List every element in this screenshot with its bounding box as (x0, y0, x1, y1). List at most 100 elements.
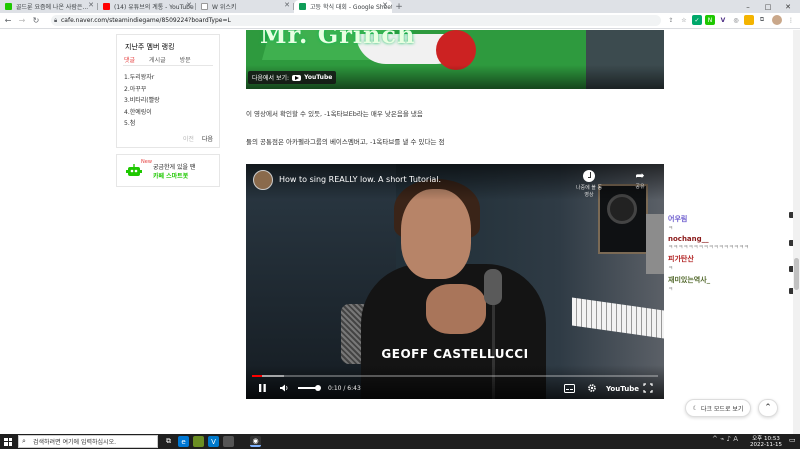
youtube-logo-button[interactable]: YouTube (606, 385, 639, 393)
edge-icon[interactable]: e (178, 436, 189, 447)
naver-extension-icon[interactable]: N (705, 15, 715, 25)
bookmark-star-icon[interactable]: ☆ (679, 15, 689, 25)
close-tab-icon[interactable]: ✕ (284, 1, 290, 9)
article-paragraph: 이 영상에서 확인할 수 있듯, -1옥타브Eb라는 매우 낮은음을 냈음 (246, 110, 423, 118)
puzzle-icon[interactable]: ⧉ (757, 15, 767, 25)
chat-overlay: 어우림 ㅋ nochang__ ㅋㅋㅋㅋㅋㅋㅋㅋㅋㅋㅋㅋㅋㅋㅋㅋ 피가탄산 ㅋ … (668, 214, 790, 344)
reload-icon[interactable]: ↻ (30, 15, 42, 27)
extension-icon[interactable]: ◎ (731, 15, 741, 25)
pause-button[interactable] (258, 382, 267, 394)
browser-toolbar: ← → ↻ 🔒︎ cafe.naver.com/steamindiegame/8… (0, 13, 800, 29)
member-ranking-box: 지난주 멤버 랭킹 댓글 게시글 방문 1.두리왕자r 2.아꾸꾸 3.비타리(… (116, 34, 220, 148)
chat-message: ㅋ (668, 266, 674, 272)
ranking-tabs: 댓글 게시글 방문 (124, 55, 191, 64)
tray-icons[interactable]: ^ ⌁ ♪ A (712, 436, 738, 443)
clock-icon (583, 170, 595, 182)
task-view-icon[interactable]: ⧉ (163, 436, 174, 447)
microphone (484, 269, 502, 305)
ranking-pager: 이전 다음 (183, 134, 213, 143)
menu-icon[interactable]: ⋮ (786, 15, 796, 25)
video-caption: GEOFF CASTELLUCCI (381, 347, 529, 361)
minecraft-icon[interactable] (193, 436, 204, 447)
ranking-item[interactable]: 1.두리왕자r (124, 72, 160, 84)
youtube-video-player[interactable]: How to sing REALLY low. A short Tutorial… (246, 164, 664, 399)
tab-comments[interactable]: 댓글 (124, 55, 135, 64)
browser-tab-2[interactable]: (14) 유튜브의 계통 - YouTube ✕ (98, 0, 196, 13)
volume-icon (280, 384, 288, 392)
new-tab-button[interactable]: + (392, 0, 406, 13)
share-icon[interactable]: ⇪ (666, 15, 676, 25)
back-icon[interactable]: ← (2, 15, 14, 27)
taskbar-search-box[interactable]: ⌕ 검색하려면 여기에 입력하십시오. (18, 435, 158, 448)
fullscreen-button[interactable] (643, 382, 653, 394)
prev-button[interactable]: 이전 (183, 134, 194, 143)
lock-icon[interactable]: 🔒︎ (54, 17, 57, 25)
chat-username: nochang__ (668, 235, 709, 243)
robot-icon (126, 164, 142, 176)
tab-posts[interactable]: 게시글 (149, 55, 166, 64)
ranking-item[interactable]: 4.한예링이 (124, 107, 160, 119)
volume-slider[interactable] (298, 385, 321, 391)
close-tab-icon[interactable]: ✕ (88, 1, 94, 9)
browser-tab-4[interactable]: 고등 학식 대회 - Google Sheets ✕ (294, 0, 392, 13)
cafe-smartbot-banner[interactable]: New 궁금한게 있을 땐 카페 스마트봇 (116, 154, 220, 187)
vimeo-extension-icon[interactable]: V (718, 15, 728, 25)
embedded-video-top[interactable]: Mr. Grinch 다음에서 보기: YouTube (246, 30, 664, 89)
search-placeholder: 검색하려면 여기에 입력하십시오. (33, 439, 117, 446)
clock-date: 2022-11-15 (750, 442, 782, 448)
notification-icon[interactable]: ▭ (789, 437, 796, 444)
video-progress-bar[interactable] (252, 375, 658, 377)
browser-tab-3[interactable]: W 위스키 ✕ (196, 0, 294, 13)
minimize-button[interactable]: – (738, 0, 758, 13)
wiki-favicon (201, 3, 208, 10)
watch-later-button[interactable]: 나중에 볼 동영상 (574, 170, 604, 198)
ranking-item[interactable]: 3.비타리(빨랑 (124, 95, 160, 107)
profile-avatar[interactable] (772, 15, 782, 25)
captions-icon (564, 383, 575, 393)
subtitles-button[interactable] (564, 382, 575, 394)
windows-start-button[interactable] (0, 434, 16, 449)
scroll-to-top-button[interactable]: ⌃ (758, 399, 778, 417)
video-title[interactable]: How to sing REALLY low. A short Tutorial… (279, 175, 441, 184)
ranking-item[interactable]: 2.아꾸꾸 (124, 84, 160, 96)
dark-mode-button[interactable]: ☾ 다크 모드로 보기 (685, 399, 751, 417)
chat-message: ㅋㅋㅋㅋㅋㅋㅋㅋㅋㅋㅋㅋㅋㅋㅋㅋ (668, 245, 749, 251)
watch-on-youtube-button[interactable]: 다음에서 보기: YouTube (248, 71, 337, 84)
tab-visits[interactable]: 방문 (180, 55, 191, 64)
chrome-icon[interactable]: ◉ (250, 436, 261, 447)
chat-message: ㅋ (668, 226, 674, 232)
moon-icon: ☾ (692, 404, 698, 412)
next-button[interactable]: 다음 (202, 134, 213, 143)
chat-username: 피가탄산 (668, 255, 694, 263)
extension-icon[interactable] (744, 15, 754, 25)
volume-button[interactable] (279, 382, 289, 394)
forward-icon[interactable]: → (16, 15, 28, 27)
google-sheets-favicon (299, 3, 306, 10)
share-button[interactable]: ➦ 공유 (628, 170, 652, 191)
address-bar[interactable]: 🔒︎ cafe.naver.com/steamindiegame/8509224… (51, 15, 661, 26)
ranking-list: 1.두리왕자r 2.아꾸꾸 3.비타리(빨랑 4.한예링이 5.첨 (124, 72, 160, 130)
youtube-favicon (103, 3, 110, 10)
chat-username: 재미있는역사_ (668, 276, 711, 284)
close-tab-icon[interactable]: ✕ (186, 1, 192, 9)
close-window-button[interactable]: ✕ (778, 0, 798, 13)
smartbot-line1: 궁금한게 있을 땐 (153, 164, 196, 171)
app-icon[interactable] (223, 436, 234, 447)
ranking-item[interactable]: 5.첨 (124, 118, 160, 130)
naver-cafe-favicon (5, 3, 12, 10)
page-scrollbar[interactable] (793, 30, 800, 434)
search-icon: ⌕ (22, 437, 26, 445)
close-tab-icon[interactable]: ✕ (382, 1, 388, 9)
vscode-icon[interactable]: V (208, 436, 219, 447)
tab-label: W 위스키 (212, 4, 237, 11)
settings-button[interactable] (587, 382, 597, 394)
maximize-button[interactable]: □ (758, 0, 778, 13)
smartbot-line2: 카페 스마트봇 (153, 173, 189, 180)
article-paragraph: 둘의 공통점은 아카펠라그룹의 베이스멤버고, -1옥타브를 낼 수 있다는 점 (246, 138, 445, 146)
page-content: 지난주 멤버 랭킹 댓글 게시글 방문 1.두리왕자r 2.아꾸꾸 3.비타리(… (0, 30, 800, 434)
scrollbar-thumb[interactable] (794, 258, 799, 290)
browser-tab-1[interactable]: 골드룬 요즘에 나온 사람은... ✕ (0, 0, 98, 13)
channel-avatar[interactable] (253, 170, 273, 190)
extension-icon[interactable]: ✓ (692, 15, 702, 25)
system-clock[interactable]: 오후 10:53 2022-11-15 (750, 436, 782, 448)
